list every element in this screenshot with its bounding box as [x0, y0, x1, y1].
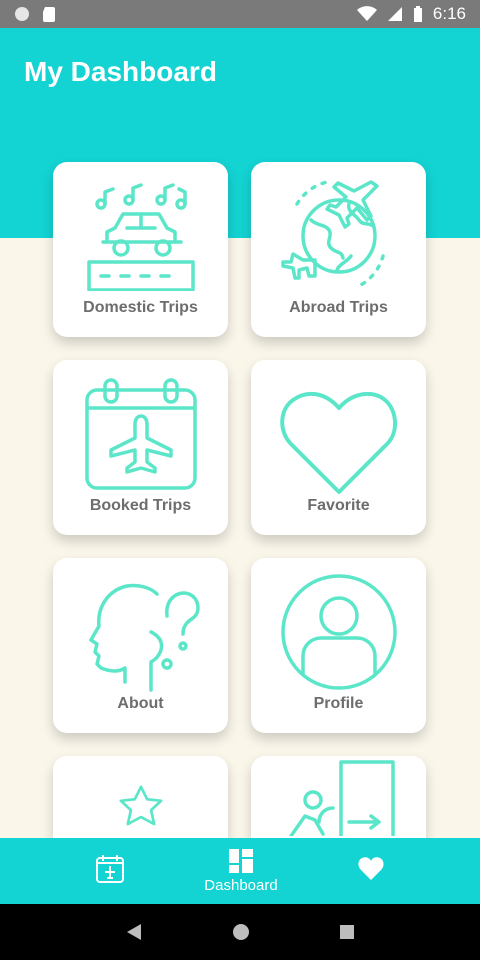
nav-item-booked[interactable]	[96, 854, 125, 888]
nav-item-dashboard[interactable]: Dashboard	[204, 848, 278, 894]
card-logout[interactable]	[251, 756, 426, 838]
status-bar: 6:16	[0, 0, 480, 28]
car-music-icon	[86, 183, 195, 291]
card-booked-trips[interactable]: Booked Trips	[53, 360, 228, 535]
sd-card-icon	[43, 7, 55, 22]
card-label: Booked Trips	[89, 497, 192, 514]
nav-label-dashboard: Dashboard	[204, 876, 278, 894]
globe-planes-icon	[280, 180, 385, 288]
star-icon	[118, 785, 163, 826]
head-question-icon	[88, 583, 200, 692]
bottom-nav: Dashboard	[0, 838, 480, 904]
card-abroad-trips[interactable]: Abroad Trips	[251, 162, 426, 337]
page-title: My Dashboard	[24, 56, 217, 87]
system-nav-bar	[0, 904, 480, 960]
battery-icon	[413, 6, 422, 22]
calendar-plane-icon	[96, 855, 125, 883]
card-rate-app[interactable]	[53, 756, 228, 838]
card-profile[interactable]: Profile	[251, 558, 426, 733]
back-icon[interactable]	[125, 923, 143, 941]
signal-icon	[387, 7, 402, 21]
card-label: Abroad Trips	[289, 299, 388, 316]
card-about[interactable]: About	[53, 558, 228, 733]
user-circle-icon	[280, 574, 397, 690]
wifi-icon	[356, 6, 377, 21]
card-label: About	[117, 695, 164, 712]
exit-door-icon	[288, 760, 395, 836]
nav-item-favorite[interactable]	[358, 857, 384, 885]
card-label: Favorite	[307, 497, 370, 514]
card-label: Domestic Trips	[83, 299, 198, 316]
calendar-plane-icon	[84, 378, 197, 490]
dashboard-icon	[228, 848, 253, 873]
recents-icon[interactable]	[339, 924, 355, 940]
card-favorite[interactable]: Favorite	[251, 360, 426, 535]
card-label: Profile	[313, 695, 364, 712]
heart-icon	[279, 391, 397, 494]
heart-icon	[358, 857, 384, 880]
home-icon[interactable]	[232, 923, 250, 941]
card-domestic-trips[interactable]: Domestic Trips	[53, 162, 228, 337]
circle-icon	[15, 7, 29, 21]
status-time: 6:16	[432, 4, 466, 23]
